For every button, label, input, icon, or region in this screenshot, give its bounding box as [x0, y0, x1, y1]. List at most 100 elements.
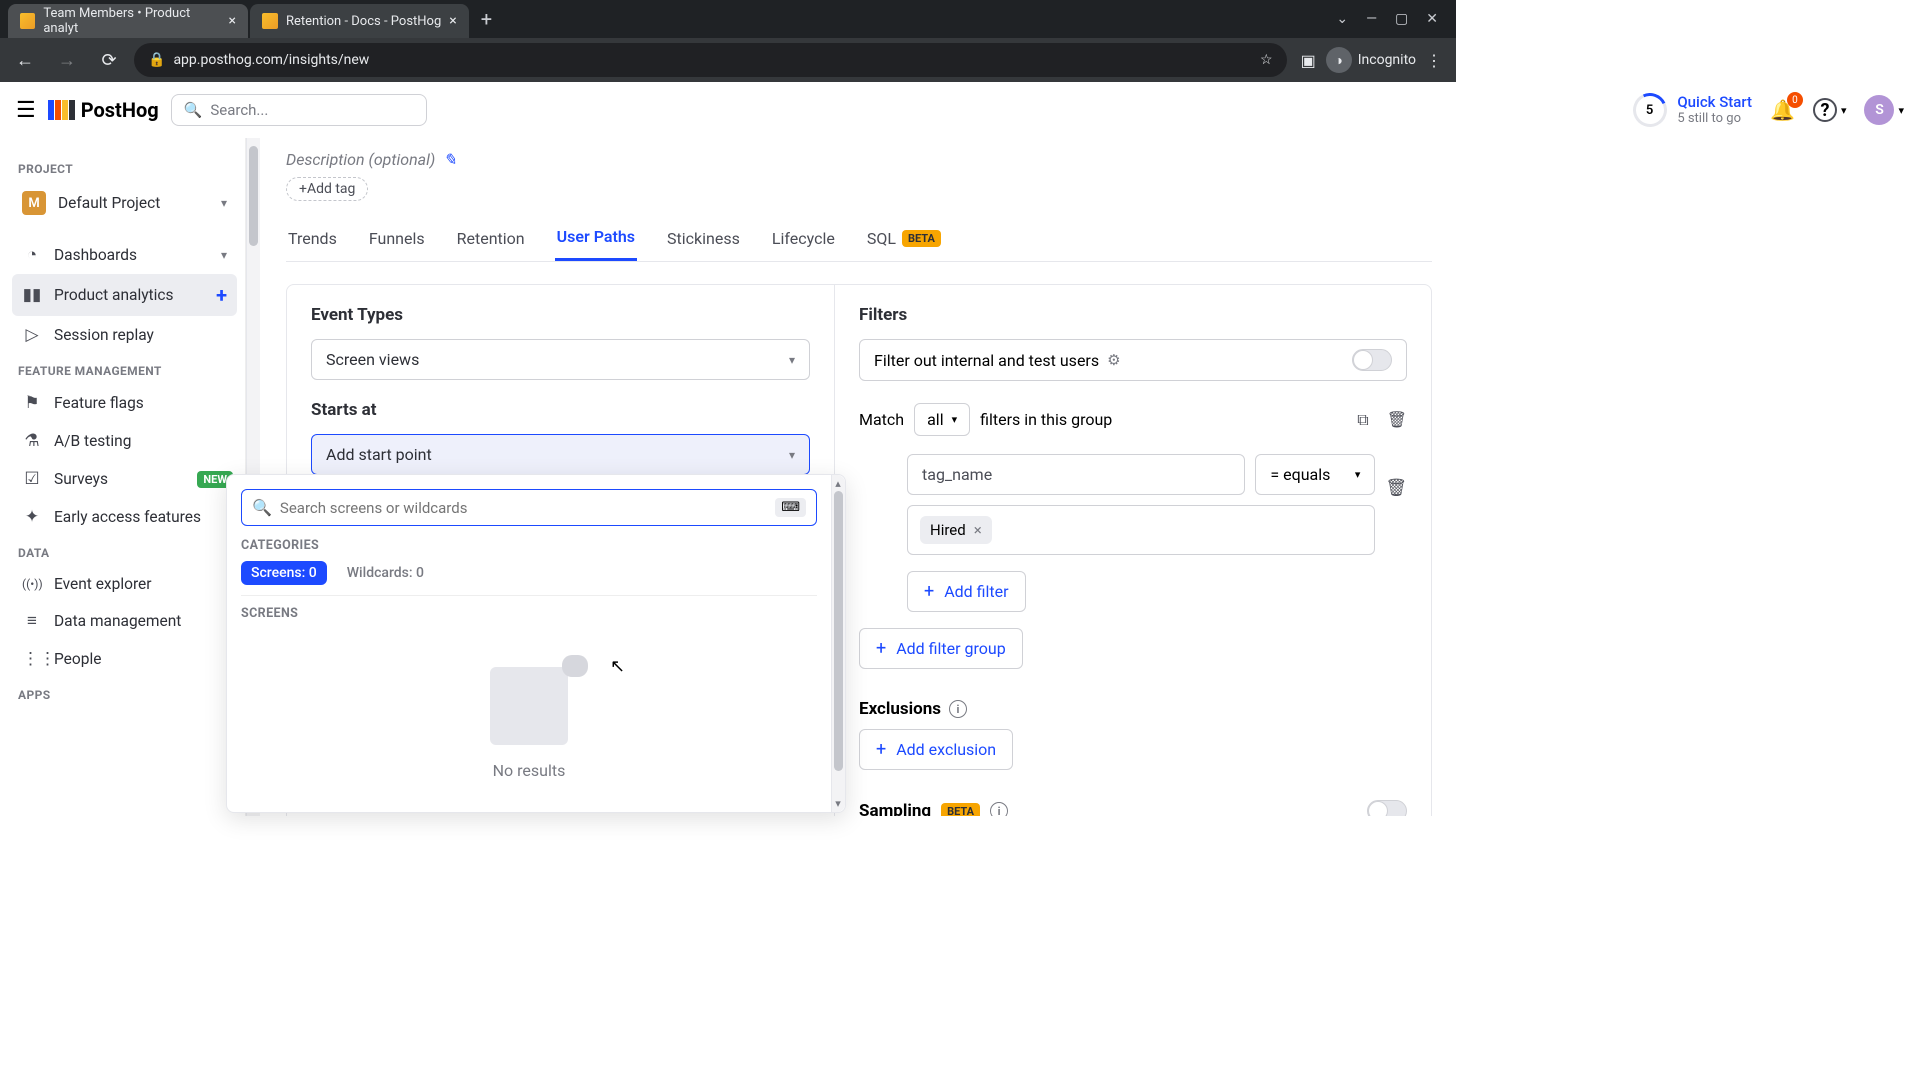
sampling-row: Sampling BETA i [859, 800, 1407, 816]
toggle-switch[interactable] [1352, 349, 1392, 371]
edit-icon[interactable]: ✎ [443, 150, 456, 169]
sidebar-item-data-management[interactable]: ≡ Data management [12, 602, 237, 640]
gauge-icon: ◔ [22, 245, 42, 265]
user-menu[interactable]: S ▾ [1864, 95, 1904, 125]
maximize-icon[interactable]: ▢ [1395, 11, 1408, 27]
add-tag-button[interactable]: +Add tag [286, 177, 368, 201]
empty-state: No results [241, 637, 817, 798]
tab-user-paths[interactable]: User Paths [555, 219, 637, 261]
event-types-select[interactable]: Screen views ▾ [311, 339, 810, 380]
close-icon[interactable]: × [229, 13, 236, 29]
scroll-thumb[interactable] [834, 491, 843, 771]
sidebar-item-label: A/B testing [54, 432, 131, 450]
section-heading: FEATURE MANAGEMENT [12, 354, 237, 384]
chevron-down-icon: ▾ [789, 448, 795, 462]
description-placeholder[interactable]: Description (optional) [286, 150, 435, 169]
sidebar-item-session-replay[interactable]: ▷ Session replay [12, 316, 237, 354]
tab-funnels[interactable]: Funnels [367, 219, 427, 261]
star-icon[interactable]: ☆ [1260, 52, 1273, 68]
scroll-up-icon[interactable]: ▴ [832, 477, 844, 490]
chevron-down-icon: ▾ [789, 353, 795, 367]
insight-tabs: Trends Funnels Retention User Paths Stic… [286, 219, 1432, 262]
sidebar-item-dashboards[interactable]: ◔ Dashboards ▾ [12, 236, 237, 274]
url-input[interactable]: 🔒 app.posthog.com/insights/new ☆ [134, 43, 1287, 77]
info-icon[interactable]: i [990, 802, 1008, 816]
close-icon[interactable]: × [449, 13, 456, 29]
quickstart-title: Quick Start [1677, 93, 1752, 111]
avatar: S [1864, 95, 1894, 125]
browser-tab[interactable]: Retention - Docs - PostHog × [250, 4, 469, 38]
sidebar-item-people[interactable]: ⋮⋮ People [12, 640, 237, 678]
project-selector[interactable]: M Default Project ▾ [12, 182, 237, 224]
field-label: Filters [859, 305, 1407, 325]
plus-icon: + [876, 638, 886, 659]
category-wildcards[interactable]: Wildcards: 0 [337, 561, 434, 585]
start-point-select[interactable]: Add start point ▾ [311, 434, 810, 475]
menu-icon[interactable]: ⋮ [1426, 51, 1442, 70]
close-icon[interactable]: × [974, 521, 982, 539]
plus-icon[interactable]: + [216, 283, 227, 307]
new-tab-button[interactable]: + [471, 3, 502, 35]
logo[interactable]: PostHog [48, 98, 159, 122]
close-window-icon[interactable]: ✕ [1426, 11, 1438, 27]
sidebar-item-feature-flags[interactable]: ⚑ Feature flags [12, 384, 237, 422]
info-icon[interactable]: i [949, 700, 967, 718]
notifications-button[interactable]: 🔔 0 [1770, 98, 1795, 122]
reload-button[interactable]: ⟳ [92, 43, 126, 77]
tab-stickiness[interactable]: Stickiness [665, 219, 742, 261]
address-bar: ← → ⟳ 🔒 app.posthog.com/insights/new ☆ ▣… [0, 38, 1456, 82]
scroll-down-icon[interactable]: ▾ [832, 797, 844, 810]
category-screens[interactable]: Screens: 0 [241, 561, 327, 585]
toolbar-right: ▣ ◑ Incognito ⋮ [1295, 47, 1448, 73]
quickstart-sub: 5 still to go [1677, 111, 1752, 127]
copy-icon[interactable]: ⧉ [1357, 410, 1368, 430]
scroll-thumb[interactable] [249, 146, 258, 246]
sidebar-item-surveys[interactable]: ☑ Surveys NEW [12, 460, 237, 498]
notification-badge: 0 [1787, 92, 1803, 108]
sidebar-item-event-explorer[interactable]: ((•)) Event explorer [12, 566, 237, 602]
add-filter-group-button[interactable]: + Add filter group [859, 628, 1023, 669]
popover-scrollbar[interactable]: ▴ ▾ [831, 475, 845, 812]
tab-retention[interactable]: Retention [455, 219, 527, 261]
sidebar-item-early-access[interactable]: ✦ Early access features [12, 498, 237, 536]
quickstart-button[interactable]: 5 Quick Start 5 still to go [1633, 93, 1752, 127]
filter-operator-select[interactable]: = equals ▾ [1255, 454, 1375, 495]
popover-search-input[interactable] [280, 499, 767, 517]
sidebar-item-label: Feature flags [54, 394, 144, 412]
match-mode-select[interactable]: all ▾ [914, 403, 970, 436]
sidebar-item-product-analytics[interactable]: ▮▮ Product analytics + [12, 274, 237, 316]
plus-icon: + [299, 181, 307, 197]
tab-lifecycle[interactable]: Lifecycle [770, 219, 837, 261]
gear-icon[interactable]: ⚙ [1107, 351, 1120, 369]
checklist-icon: ☑ [22, 469, 42, 489]
back-button[interactable]: ← [8, 43, 42, 77]
trash-icon[interactable]: 🗑 [1385, 478, 1407, 498]
section-heading: PROJECT [12, 152, 237, 182]
chevron-down-icon[interactable]: ⌄ [1336, 11, 1348, 27]
browser-tab-active[interactable]: Team Members • Product analyt × [8, 4, 248, 38]
minimize-icon[interactable]: — [1366, 11, 1377, 27]
help-menu[interactable]: ? ▾ [1813, 98, 1847, 122]
plus-icon: + [924, 581, 934, 602]
list-icon: ≡ [22, 611, 42, 631]
forward-button[interactable]: → [50, 43, 84, 77]
tab-trends[interactable]: Trends [286, 219, 339, 261]
popover-search[interactable]: 🔍 ⌨ [241, 489, 817, 526]
keyboard-icon: ⌨ [775, 498, 806, 517]
filter-value-input[interactable]: Hired × [907, 505, 1375, 555]
menu-toggle-icon[interactable]: ☰ [16, 98, 36, 123]
categories-heading: CATEGORIES [241, 538, 817, 553]
chevron-down-icon: ▾ [1355, 468, 1361, 481]
tab-sql[interactable]: SQL BETA [865, 219, 943, 261]
extensions-icon[interactable]: ▣ [1301, 51, 1316, 70]
add-filter-button[interactable]: + Add filter [907, 571, 1026, 612]
search-input[interactable]: 🔍 Search... [171, 94, 427, 126]
sidebar-item-ab-testing[interactable]: ⚗ A/B testing [12, 422, 237, 460]
sidebar-item-label: Data management [54, 612, 181, 630]
trash-icon[interactable]: 🗑 [1387, 410, 1407, 430]
sampling-toggle[interactable] [1367, 800, 1407, 816]
sidebar-item-label: People [54, 650, 101, 668]
add-exclusion-button[interactable]: + Add exclusion [859, 729, 1013, 770]
internal-users-toggle-row: Filter out internal and test users ⚙ [859, 339, 1407, 381]
filter-property-input[interactable]: tag_name [907, 454, 1245, 495]
